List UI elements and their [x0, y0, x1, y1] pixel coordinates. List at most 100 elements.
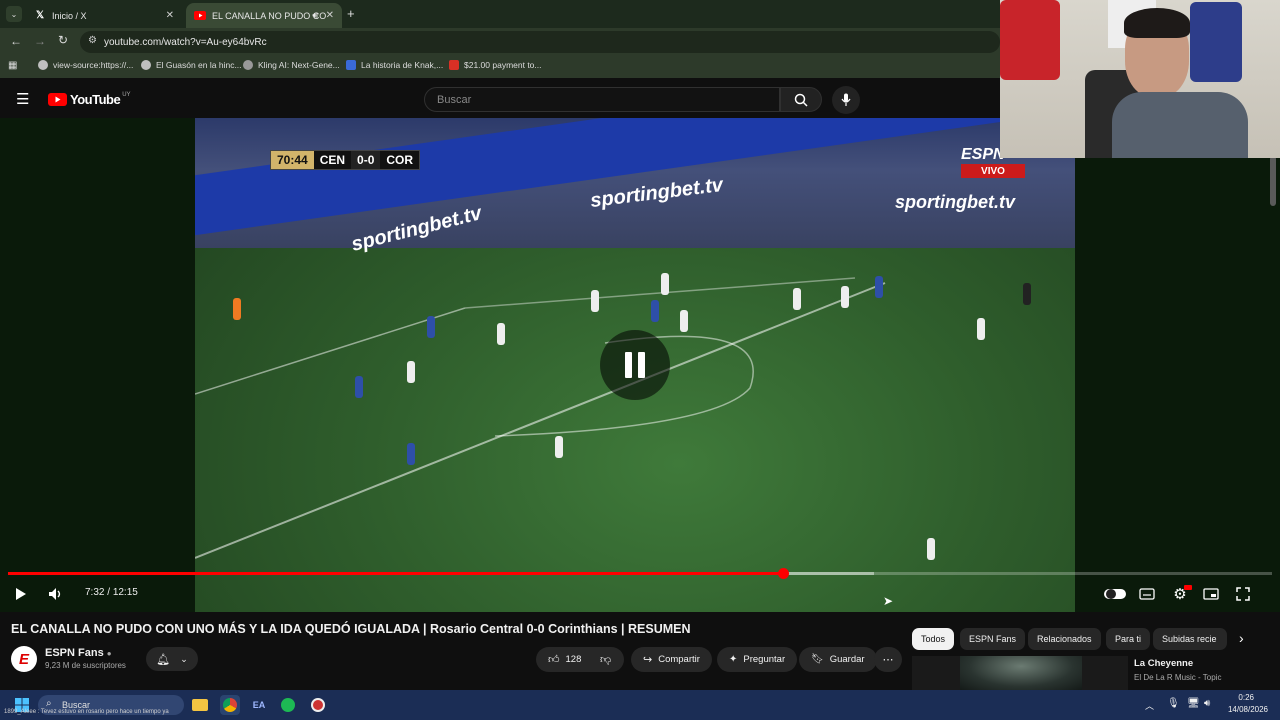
video-player[interactable]: sportingbet.tv sportingbet.tv sportingbe…: [0, 118, 1280, 612]
ask-label: Preguntar: [743, 654, 786, 665]
espn-e-logo-icon: E: [18, 650, 29, 668]
chrome-button[interactable]: [220, 695, 240, 715]
speaker-icon[interactable]: 🔊︎: [312, 10, 318, 21]
hd-badge-icon: [1184, 585, 1192, 590]
voice-search-button[interactable]: [832, 86, 860, 114]
volume-icon[interactable]: 🔊︎: [1204, 698, 1210, 709]
globe-icon: [38, 60, 48, 70]
new-tab-button[interactable]: +: [347, 6, 355, 21]
scrubber-handle[interactable]: [777, 568, 789, 579]
share-button[interactable]: ↪ Compartir: [631, 647, 712, 672]
bookmark-icon: 🔖︎: [811, 654, 824, 665]
player-figure: [355, 376, 363, 398]
player-figure: [661, 273, 669, 295]
app-button[interactable]: EA: [249, 695, 269, 715]
network-icon[interactable]: 🖥︎: [1187, 698, 1200, 709]
player-figure: [927, 538, 935, 560]
recommended-artist: El De La R Music - Topic: [1134, 673, 1222, 682]
bookmark-item[interactable]: La historia de Knak,...: [346, 60, 443, 70]
search-button[interactable]: [780, 87, 822, 112]
file-explorer-button[interactable]: [190, 695, 210, 715]
site-info-icon[interactable]: ⚙︎: [88, 35, 97, 46]
ask-button[interactable]: ✦ Preguntar: [717, 647, 798, 672]
like-button[interactable]: 👍︎ 128: [536, 647, 590, 672]
back-arrow-icon[interactable]: ←: [10, 34, 22, 48]
save-button[interactable]: 🔖︎ Guardar: [799, 647, 877, 672]
chip-recent-uploads[interactable]: Subidas recie: [1153, 628, 1227, 650]
live-badge: VIVO: [961, 164, 1025, 178]
tab-list-dropdown[interactable]: ⌄: [6, 6, 22, 22]
recommended-title[interactable]: La Cheyenne: [1134, 658, 1193, 669]
share-label: Compartir: [658, 654, 700, 665]
current-time: 7:32: [85, 587, 105, 598]
channel-avatar[interactable]: E: [11, 646, 37, 672]
bookmark-item[interactable]: Kling AI: Next-Gene...: [243, 60, 340, 70]
autoplay-toggle[interactable]: [1104, 585, 1126, 603]
player-figure: [977, 318, 985, 340]
bookmark-item[interactable]: $21.00 payment to...: [449, 60, 542, 70]
bookmark-item[interactable]: view-source:https://...: [38, 60, 133, 70]
menu-icon[interactable]: ☰: [16, 90, 29, 108]
person-shirt: [1112, 92, 1248, 158]
youtube-logo[interactable]: YouTube UY: [48, 92, 131, 107]
taskbar-time[interactable]: 0:26: [1238, 693, 1254, 702]
save-label: Guardar: [829, 654, 865, 665]
reload-icon[interactable]: ↻: [58, 33, 68, 47]
region-code: UY: [122, 91, 131, 98]
tab-x-home[interactable]: 𝕏 Inicio / X ✕: [26, 3, 182, 28]
dislike-button[interactable]: 👎︎: [590, 647, 624, 672]
chip-channel[interactable]: ESPN Fans: [960, 628, 1026, 650]
center-pause-button[interactable]: [600, 330, 670, 400]
chip-label: Todos: [921, 634, 946, 644]
notifications-button[interactable]: 🔔︎ ⌄: [146, 647, 198, 671]
fullscreen-button[interactable]: [1233, 585, 1253, 603]
chip-for-you[interactable]: Para ti: [1106, 628, 1151, 650]
more-actions-button[interactable]: ⋯: [874, 647, 902, 672]
chip-all[interactable]: Todos: [912, 628, 955, 650]
url-bar[interactable]: ⚙︎ youtube.com/watch?v=Au-ey64bvRc: [80, 31, 1000, 53]
chip-label: Relacionados: [1037, 634, 1092, 644]
more-icon: ⋯: [882, 654, 894, 666]
webcam-overlay: [1000, 0, 1280, 158]
search-input[interactable]: Buscar: [424, 87, 780, 112]
channel-name[interactable]: ESPN Fans ●: [45, 647, 112, 659]
close-icon[interactable]: ✕: [166, 10, 174, 21]
volume-icon: [49, 588, 61, 600]
settings-button[interactable]: ⚙︎: [1170, 585, 1192, 603]
player-figure: [651, 300, 659, 322]
play-button[interactable]: [11, 585, 31, 603]
app-button[interactable]: [308, 695, 328, 715]
spotify-button[interactable]: [278, 695, 298, 715]
tab-youtube-video[interactable]: EL CANALLA NO PUDO CO 🔊︎ ✕: [186, 3, 342, 28]
apps-grid-icon[interactable]: ▦: [8, 60, 17, 71]
gmail-icon: [449, 60, 459, 70]
player-figure: [233, 298, 241, 320]
duration: 12:15: [112, 587, 138, 598]
player-figure: [793, 288, 801, 310]
plus-icon: +: [347, 6, 355, 21]
forward-arrow-icon[interactable]: →: [34, 34, 46, 48]
app-icon: [311, 698, 325, 712]
time-display: 7:32 / 12:15: [85, 587, 138, 598]
bookmark-label: La historia de Knak,...: [361, 60, 444, 70]
kling-icon: [243, 60, 253, 70]
close-icon[interactable]: ✕: [326, 10, 334, 21]
volume-button[interactable]: [46, 585, 66, 603]
bookmark-item[interactable]: El Guasón en la hinc...: [141, 60, 242, 70]
chevron-right-icon[interactable]: ›: [1239, 630, 1244, 646]
chevron-up-icon[interactable]: ︿: [1145, 699, 1154, 712]
chip-related[interactable]: Relacionados: [1028, 628, 1101, 650]
verified-icon: ●: [106, 649, 112, 658]
recommended-thumbnail[interactable]: [912, 656, 1128, 690]
taskbar-date[interactable]: 14/08/2026: [1228, 705, 1268, 714]
home-team: CEN: [319, 153, 346, 167]
youtube-wordmark: YouTube: [70, 92, 121, 107]
page-scrollbar[interactable]: [1270, 156, 1276, 206]
subtitles-button[interactable]: [1137, 585, 1157, 603]
miniplayer-button[interactable]: [1201, 585, 1221, 603]
microphone-icon[interactable]: 🎙︎: [1167, 698, 1180, 709]
progress-bar[interactable]: [8, 568, 1272, 579]
bookmark-label: El Guasón en la hinc...: [156, 60, 242, 70]
thumbs-up-icon: 👍︎: [548, 654, 560, 666]
chrome-icon: [223, 698, 237, 712]
